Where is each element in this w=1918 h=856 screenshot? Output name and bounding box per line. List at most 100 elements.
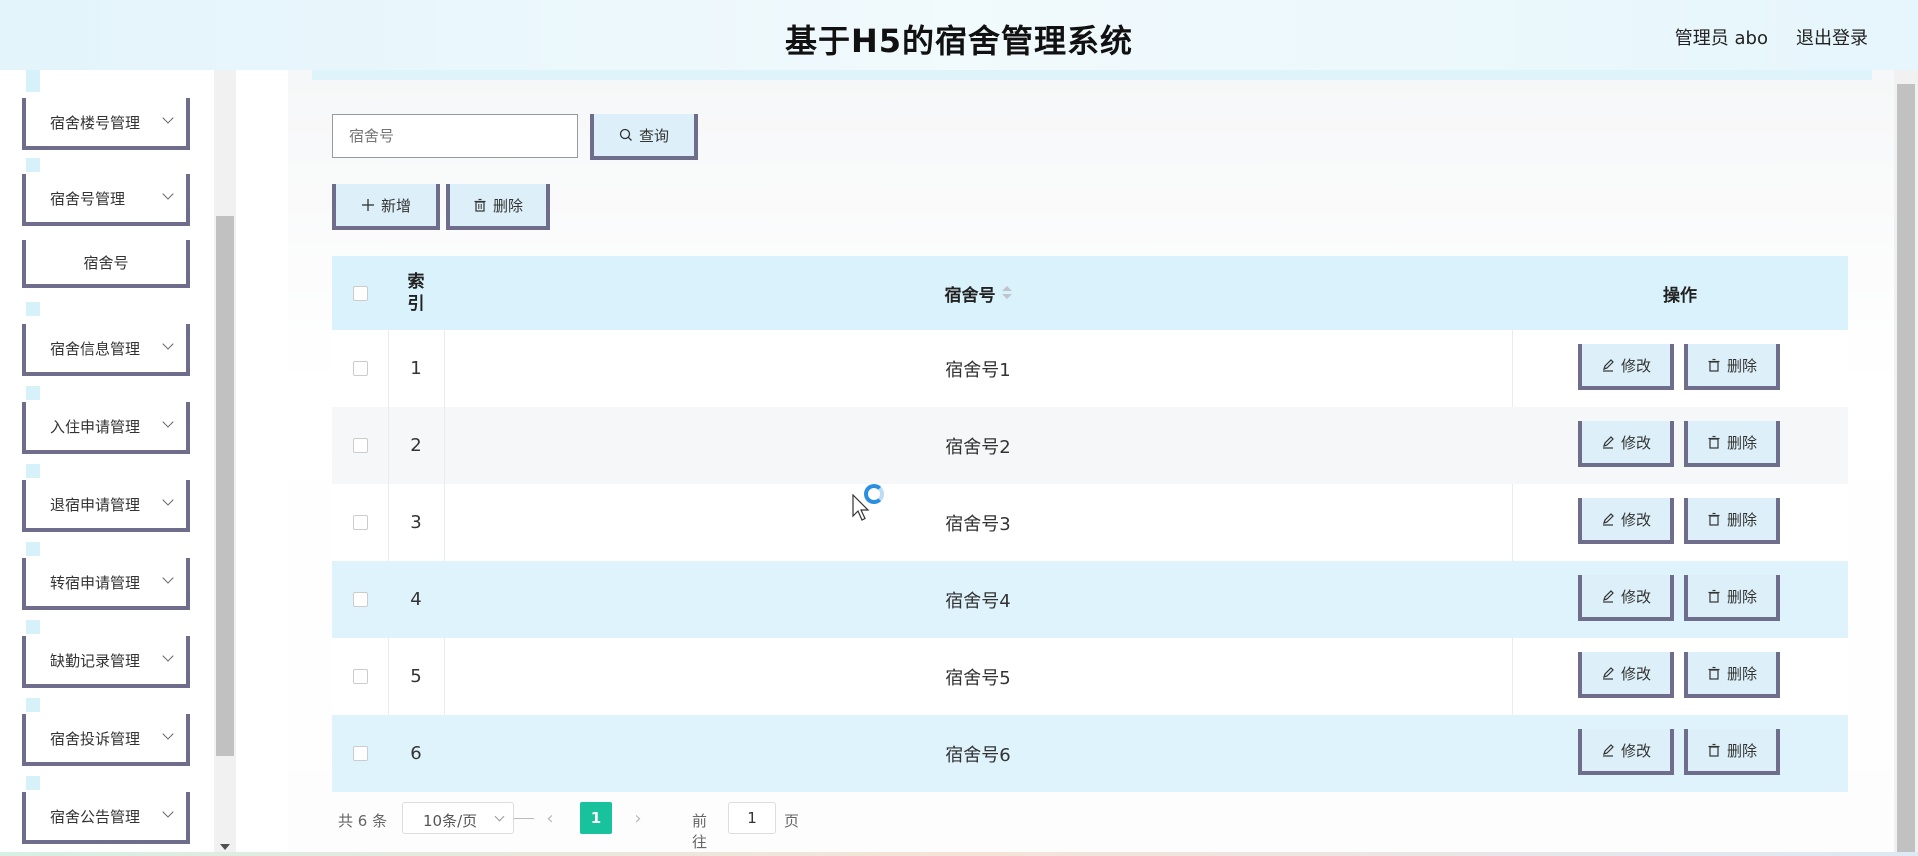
sidebar-item-label: 缺勤记录管理 — [50, 651, 141, 670]
sidebar-scrollbar[interactable] — [214, 70, 236, 856]
row-checkbox[interactable] — [352, 515, 368, 530]
delete-button[interactable]: 删除 — [1684, 421, 1780, 467]
edit-icon — [1602, 436, 1614, 449]
trash-icon — [1708, 666, 1720, 680]
edit-icon — [1602, 667, 1614, 680]
delete-button[interactable]: 删除 — [1684, 498, 1780, 544]
logout-link[interactable]: 退出登录 — [1796, 24, 1868, 50]
edit-button-label: 修改 — [1620, 433, 1651, 452]
header-checkbox-cell — [332, 256, 388, 330]
sidebar-accent — [26, 302, 40, 316]
sidebar-item-checkout[interactable]: 退宿申请管理 — [22, 480, 190, 532]
delete-button[interactable]: 删除 — [1684, 575, 1780, 621]
goto-label: 前往 — [692, 812, 708, 851]
select-all-checkbox[interactable] — [352, 285, 368, 301]
sidebar-item-complaint[interactable]: 宿舍投诉管理 — [22, 714, 190, 766]
sidebar-accent — [26, 386, 40, 400]
add-button[interactable]: 新增 — [332, 184, 440, 230]
delete-button-label: 删除 — [1726, 741, 1757, 760]
edit-button[interactable]: 修改 — [1578, 421, 1674, 467]
sidebar-accent — [26, 542, 40, 556]
row-checkbox[interactable] — [352, 746, 368, 761]
sidebar-scrollbar-thumb[interactable] — [216, 216, 234, 756]
batch-delete-label: 删除 — [492, 196, 523, 215]
query-button-label: 查询 — [638, 126, 669, 145]
column-divider — [1512, 330, 1513, 407]
trash-icon — [1708, 589, 1720, 603]
edit-button[interactable]: 修改 — [1578, 575, 1674, 621]
main-scrollbar-thumb[interactable] — [1897, 84, 1915, 854]
sidebar-item-label: 入住申请管理 — [50, 417, 141, 436]
chevron-down-icon — [162, 416, 174, 428]
row-dorm-number: 宿舍号6 — [945, 744, 1011, 766]
sort-icon[interactable] — [1001, 286, 1012, 300]
sidebar-item-label: 宿舍公告管理 — [50, 807, 141, 826]
sidebar-item-notice[interactable]: 宿舍公告管理 — [22, 792, 190, 844]
edit-button-label: 修改 — [1620, 356, 1651, 375]
header-ops-label: 操作 — [1663, 285, 1697, 306]
sidebar-item-label: 退宿申请管理 — [50, 495, 141, 514]
sidebar-item-building[interactable]: 宿舍楼号管理 — [22, 98, 190, 150]
pager-divider — [514, 818, 534, 819]
row-dorm-number: 宿舍号3 — [945, 513, 1011, 535]
row-index: 4 — [410, 589, 422, 610]
goto-page-input[interactable] — [728, 802, 776, 834]
search-input[interactable] — [332, 114, 578, 158]
scroll-down-arrow-icon[interactable] — [220, 844, 230, 850]
chevron-right-icon: › — [634, 807, 642, 829]
sidebar-item-label: 宿舍信息管理 — [50, 339, 141, 358]
next-page-button[interactable]: › — [622, 802, 654, 834]
sidebar-item-dorm-info[interactable]: 宿舍信息管理 — [22, 324, 190, 376]
total-count: 共 6 条 — [338, 812, 388, 830]
sidebar-subitem-dorm-number[interactable]: 宿舍号 — [22, 240, 190, 288]
delete-button-label: 删除 — [1726, 664, 1757, 683]
sidebar-item-label: 宿舍号管理 — [50, 189, 126, 208]
prev-page-button[interactable]: ‹ — [534, 802, 566, 834]
chevron-down-icon — [162, 494, 174, 506]
sidebar-accent — [26, 776, 40, 790]
delete-button-label: 删除 — [1726, 510, 1757, 529]
app-title: 基于H5的宿舍管理系统 — [784, 22, 1134, 60]
edit-button[interactable]: 修改 — [1578, 498, 1674, 544]
row-checkbox[interactable] — [352, 592, 368, 607]
header-dorm-number[interactable]: 宿舍号 — [444, 256, 1512, 330]
sidebar-accent — [26, 698, 40, 712]
delete-button[interactable]: 删除 — [1684, 729, 1780, 775]
edit-icon — [1602, 590, 1614, 603]
edit-button[interactable]: 修改 — [1578, 729, 1674, 775]
row-checkbox[interactable] — [352, 669, 368, 684]
main-scrollbar[interactable] — [1894, 70, 1918, 856]
sidebar-item-checkin[interactable]: 入住申请管理 — [22, 402, 190, 454]
page-size-select[interactable]: 10条/页 — [402, 802, 514, 834]
delete-button[interactable]: 删除 — [1684, 344, 1780, 390]
sidebar: 宿舍楼号管理 宿舍号管理 宿舍号 宿舍信息管理 入住申请管理 退宿申请管理 转宿… — [0, 70, 236, 856]
loading-spinner-icon — [864, 484, 884, 504]
row-checkbox-cell — [332, 638, 388, 715]
row-checkbox[interactable] — [352, 438, 368, 453]
table-row: 5 宿舍号5 修改 删除 — [332, 638, 1848, 715]
table-row: 2 宿舍号2 修改 删除 — [332, 407, 1848, 484]
chevron-down-icon — [162, 650, 174, 662]
sidebar-item-transfer[interactable]: 转宿申请管理 — [22, 558, 190, 610]
delete-button-label: 删除 — [1726, 587, 1757, 606]
app-header: 基于H5的宿舍管理系统 管理员 abo 退出登录 — [0, 0, 1918, 70]
chevron-down-icon — [162, 806, 174, 818]
sidebar-accent — [26, 158, 40, 172]
trash-icon — [474, 198, 486, 212]
sidebar-item-dorm-number[interactable]: 宿舍号管理 — [22, 174, 190, 226]
page-number-current[interactable]: 1 — [580, 802, 612, 834]
batch-delete-button[interactable]: 删除 — [446, 184, 550, 230]
header-operations: 操作 — [1512, 256, 1848, 330]
sidebar-item-absence[interactable]: 缺勤记录管理 — [22, 636, 190, 688]
edit-button[interactable]: 修改 — [1578, 344, 1674, 390]
header-dorm-label: 宿舍号 — [944, 285, 996, 306]
row-checkbox[interactable] — [352, 361, 368, 376]
query-button[interactable]: 查询 — [590, 114, 698, 160]
edit-icon — [1602, 744, 1614, 757]
edit-button[interactable]: 修改 — [1578, 652, 1674, 698]
table-header: 索引 宿舍号 操作 — [332, 256, 1848, 330]
row-dorm-number: 宿舍号1 — [945, 359, 1011, 381]
column-divider — [1512, 638, 1513, 715]
delete-button[interactable]: 删除 — [1684, 652, 1780, 698]
sidebar-accent — [26, 78, 40, 92]
